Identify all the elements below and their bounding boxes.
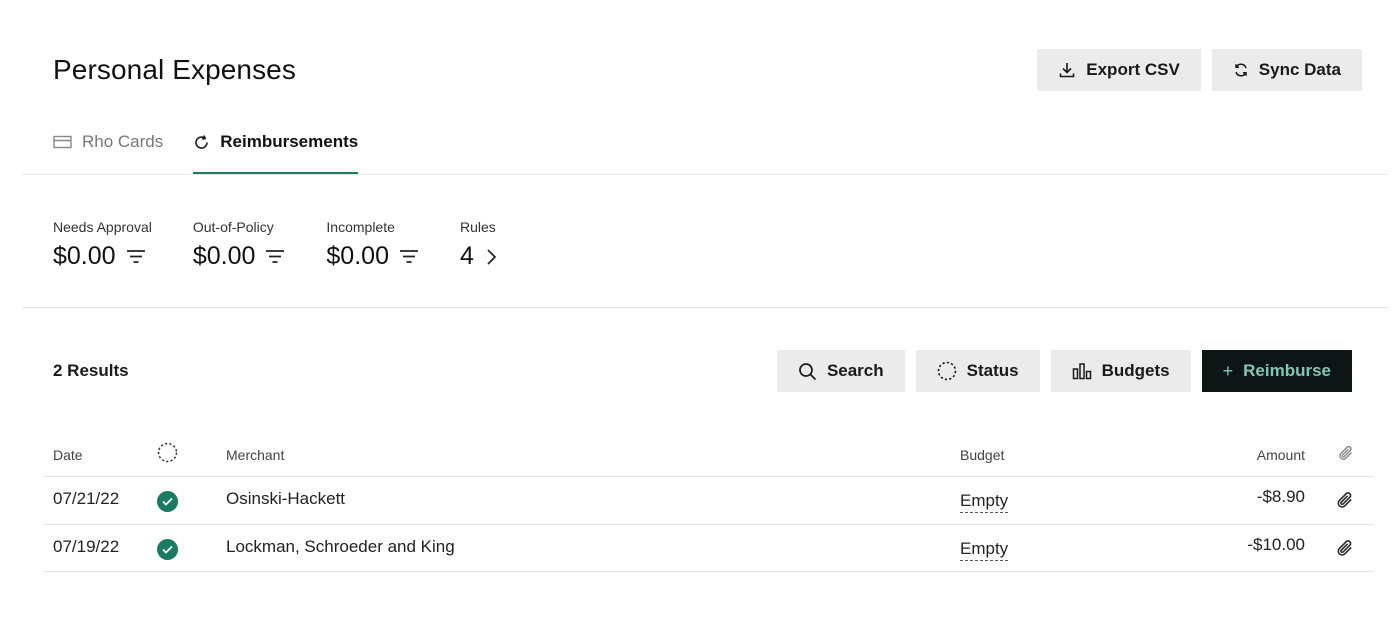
results-count: 2 Results [53,361,129,380]
reimburse-label: Reimburse [1243,361,1331,380]
row-attachment[interactable] [1336,491,1354,514]
row-attachment[interactable] [1336,539,1354,562]
stat-rules[interactable]: Rules 4 [460,219,498,271]
reimbursements-table: Date Merchant Budget Amount 07/21/22 Osi… [44,436,1374,572]
column-header-merchant[interactable]: Merchant [226,447,284,463]
tab-label: Rho Cards [82,132,164,151]
search-icon [799,362,817,380]
bar-chart-icon [1072,363,1091,380]
plus-icon: + [1222,360,1234,381]
table-row[interactable]: 07/21/22 Osinski-Hackett Empty -$8.90 [44,476,1374,524]
sync-data-button[interactable]: Sync Data [1211,49,1362,91]
row-status [157,539,178,560]
filter-icon[interactable] [126,248,146,266]
budgets-filter-button[interactable]: Budgets [1050,350,1191,392]
stat-label: Rules [459,219,496,235]
stat-value: $0.00 [53,242,116,270]
card-icon [53,135,72,149]
status-label: Status [966,361,1019,380]
stat-value: 4 [459,242,474,270]
stat-label: Needs Approval [53,219,152,235]
reimburse-button[interactable]: + Reimburse [1201,350,1352,392]
header-divider [22,174,1388,175]
row-budget[interactable]: Empty [960,491,1009,513]
row-date: 07/21/22 [53,489,120,508]
paperclip-icon [1337,540,1352,556]
approved-check-icon [157,539,178,560]
column-header-date[interactable]: Date [53,447,83,463]
tab-rho-cards[interactable]: Rho Cards [53,128,163,174]
approved-check-icon [157,491,178,512]
filter-icon[interactable] [265,248,285,266]
row-status [157,491,178,512]
header-actions: Export CSV Sync Data [1037,49,1362,91]
results-toolbar: Search Status Budgets + Reimburse [776,350,1352,392]
stats-summary: Needs Approval $0.00 Out-of-Policy $0.00… [53,219,539,271]
row-merchant: Osinski-Hackett [226,489,346,508]
tab-reimbursements[interactable]: Reimbursements [193,128,359,174]
column-header-budget[interactable]: Budget [960,447,1004,463]
stat-label: Out-of-Policy [192,219,274,235]
export-csv-label: Export CSV [1086,60,1180,79]
download-icon [1059,63,1075,78]
sync-data-label: Sync Data [1258,60,1341,79]
row-merchant: Lockman, Schroeder and King [226,537,455,556]
stat-label: Incomplete [326,219,395,235]
tab-label: Reimbursements [220,132,359,151]
row-date: 07/19/22 [53,537,120,556]
table-row[interactable]: 07/19/22 Lockman, Schroeder and King Emp… [44,524,1374,572]
sync-icon [1235,63,1247,77]
chevron-right-icon[interactable] [484,247,498,267]
column-header-status[interactable] [157,442,178,466]
status-dotted-circle-icon [157,442,178,463]
export-csv-button[interactable]: Export CSV [1037,49,1201,91]
status-dotted-circle-icon [937,361,956,381]
stat-value: $0.00 [192,242,256,270]
column-header-amount[interactable]: Amount [1257,447,1305,463]
status-filter-button[interactable]: Status [915,350,1040,392]
paperclip-icon [1337,492,1352,508]
stat-value: $0.00 [326,242,389,270]
refresh-icon [195,135,209,149]
table-header-row: Date Merchant Budget Amount [44,436,1374,476]
stat-needs-approval: Needs Approval $0.00 [53,219,152,271]
filter-icon[interactable] [399,248,419,266]
budgets-label: Budgets [1101,361,1170,380]
page-title: Personal Expenses [53,54,296,85]
row-budget[interactable]: Empty [960,539,1009,561]
search-label: Search [826,361,884,380]
stats-divider [22,307,1388,308]
column-header-attachment [1338,445,1354,464]
row-amount: -$10.00 [1247,535,1305,554]
tab-bar: Rho Cards Reimbursements [53,128,359,174]
paperclip-icon [1339,446,1352,460]
search-button[interactable]: Search [776,350,905,392]
stat-out-of-policy: Out-of-Policy $0.00 [193,219,286,271]
row-amount: -$8.90 [1256,487,1305,506]
stat-incomplete: Incomplete $0.00 [326,219,419,271]
